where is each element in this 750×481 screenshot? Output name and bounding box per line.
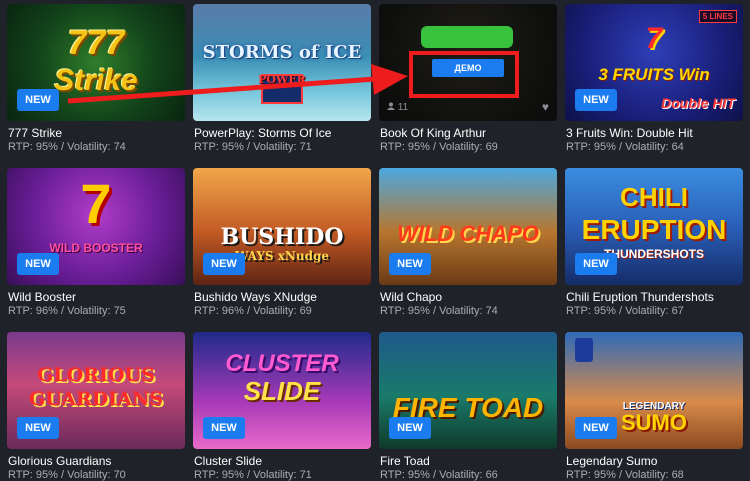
- game-logo-text: ERUPTION: [581, 214, 727, 245]
- game-title[interactable]: Chili Eruption Thundershots: [566, 290, 714, 304]
- game-meta: RTP: 95% / Volatility: 71: [194, 141, 312, 153]
- game-thumbnail[interactable]: BUSHIDO WAYS xNudge NEW: [193, 168, 371, 285]
- likes-counter: 11: [387, 102, 408, 113]
- game-meta: RTP: 95% / Volatility: 69: [380, 141, 498, 153]
- annotation-highlight-box: [409, 51, 519, 98]
- game-title[interactable]: 3 Fruits Win: Double Hit: [566, 126, 693, 140]
- game-meta: RTP: 95% / Volatility: 74: [8, 141, 126, 153]
- game-title[interactable]: Book Of King Arthur: [380, 126, 486, 140]
- game-title[interactable]: Wild Booster: [8, 290, 76, 304]
- user-icon: [387, 102, 398, 113]
- game-logo-text: GLORIOUS: [37, 364, 155, 386]
- new-badge: NEW: [203, 253, 245, 275]
- new-badge: NEW: [17, 253, 59, 275]
- game-logo-text: Double HIT: [661, 95, 735, 111]
- game-thumbnail[interactable]: CHILI ERUPTION THUNDERSHOTS NEW: [565, 168, 743, 285]
- game-logo-text: BUSHIDO: [220, 224, 344, 250]
- game-thumbnail[interactable]: CLUSTER SLIDE NEW: [193, 332, 371, 449]
- play-button[interactable]: [421, 26, 513, 48]
- game-logo-text: 7: [645, 22, 663, 55]
- game-thumbnail[interactable]: STORMS of ICE POWER: [193, 4, 371, 121]
- game-meta: RTP: 95% / Volatility: 74: [380, 305, 498, 317]
- game-thumbnail[interactable]: LEGENDARY SUMO NEW: [565, 332, 743, 449]
- game-title[interactable]: Fire Toad: [380, 454, 430, 468]
- new-badge: NEW: [389, 253, 431, 275]
- new-badge: NEW: [575, 253, 617, 275]
- new-badge: NEW: [203, 417, 245, 439]
- game-title[interactable]: Legendary Sumo: [566, 454, 657, 468]
- game-logo-text: GUARDIANS: [29, 388, 163, 410]
- heart-icon[interactable]: ♥: [542, 100, 549, 114]
- game-logo-text: SLIDE: [243, 376, 321, 406]
- game-logo-text: 777: [67, 24, 125, 62]
- game-meta: RTP: 96% / Volatility: 69: [194, 305, 312, 317]
- new-badge: NEW: [575, 417, 617, 439]
- new-badge: NEW: [389, 417, 431, 439]
- game-logo-text: POWER: [258, 73, 306, 86]
- game-meta: RTP: 95% / Volatility: 68: [566, 469, 684, 481]
- game-meta: RTP: 95% / Volatility: 71: [194, 469, 312, 481]
- game-logo-text: CLUSTER: [225, 350, 339, 377]
- game-title[interactable]: Glorious Guardians: [8, 454, 111, 468]
- new-badge: NEW: [575, 89, 617, 111]
- game-thumbnail[interactable]: 777 Strike NEW: [7, 4, 185, 121]
- game-title[interactable]: PowerPlay: Storms Of Ice: [194, 126, 331, 140]
- game-logo-text: 7: [80, 172, 112, 235]
- game-title[interactable]: Bushido Ways XNudge: [194, 290, 317, 304]
- game-logo-text: CHILI: [620, 182, 688, 212]
- game-grid: 777 Strike NEW 777 Strike RTP: 95% / Vol…: [0, 0, 750, 481]
- game-logo-text: WILD CHAPO: [397, 221, 539, 246]
- game-logo-text: 3 FRUITS Win: [598, 65, 710, 84]
- game-thumbnail[interactable]: GLORIOUS GUARDIANS NEW: [7, 332, 185, 449]
- new-badge: NEW: [17, 89, 59, 111]
- game-thumbnail[interactable]: WILD CHAPO NEW: [379, 168, 557, 285]
- game-meta: RTP: 95% / Volatility: 66: [380, 469, 498, 481]
- game-thumbnail[interactable]: 7 WILD BOOSTER NEW: [7, 168, 185, 285]
- game-title[interactable]: Cluster Slide: [194, 454, 262, 468]
- game-title[interactable]: 777 Strike: [8, 126, 62, 140]
- game-title[interactable]: Wild Chapo: [380, 290, 442, 304]
- game-logo-text: STORMS of ICE: [202, 42, 362, 63]
- game-thumbnail[interactable]: FIRE TOAD NEW: [379, 332, 557, 449]
- game-meta: RTP: 95% / Volatility: 67: [566, 305, 684, 317]
- game-meta: RTP: 95% / Volatility: 64: [566, 141, 684, 153]
- provider-logo: [575, 338, 593, 362]
- game-meta: RTP: 95% / Volatility: 70: [8, 469, 126, 481]
- likes-count: 11: [397, 102, 409, 113]
- lines-tag: 5 LINES: [698, 10, 737, 23]
- new-badge: NEW: [17, 417, 59, 439]
- game-meta: RTP: 96% / Volatility: 75: [8, 305, 126, 317]
- game-thumbnail[interactable]: 5 LINES 7 3 FRUITS Win Double HIT NEW: [565, 4, 743, 121]
